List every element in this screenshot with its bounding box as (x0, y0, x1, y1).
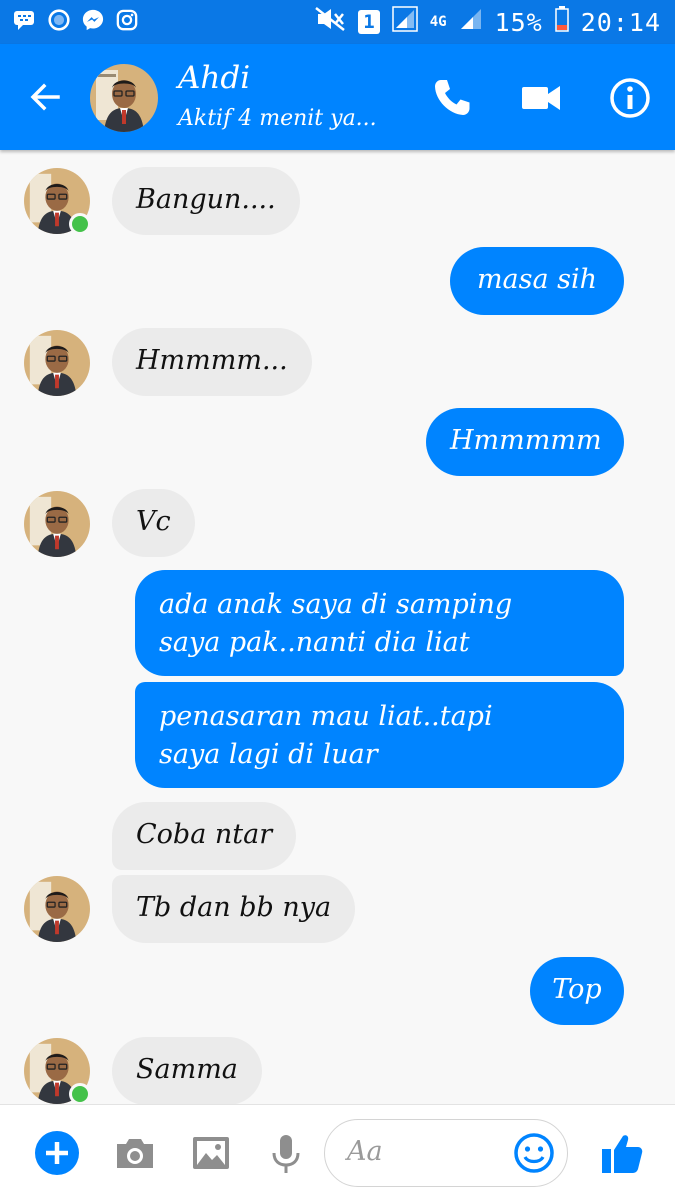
circle-icon (48, 9, 70, 31)
back-arrow-icon[interactable] (22, 74, 68, 120)
info-icon[interactable] (606, 74, 654, 122)
camera-icon[interactable] (111, 1129, 159, 1177)
signal-icon (391, 6, 418, 38)
microphone-icon[interactable] (262, 1129, 310, 1177)
battery-percent: 15% (494, 7, 543, 37)
message-composer: Aa (0, 1104, 675, 1201)
message-input[interactable]: Aa (324, 1119, 568, 1187)
contact-name[interactable]: Ahdi (178, 60, 250, 96)
status-bar: 1 4G 15% 20:14 (0, 0, 675, 44)
signal-strength-icon (459, 7, 483, 37)
message-line: penasaran mau liat..tapi (159, 701, 493, 732)
message-bubble-outgoing[interactable]: masa sih (450, 247, 624, 315)
messenger-icon (82, 9, 104, 31)
bbm-icon (14, 9, 36, 31)
message-bubble-incoming[interactable]: Bangun.... (112, 167, 300, 235)
plus-icon[interactable] (33, 1129, 81, 1177)
message-bubble-incoming[interactable]: Samma (112, 1037, 262, 1105)
system-indicators: 1 4G 15% 20:14 (314, 6, 661, 38)
network-label: 4G (429, 14, 447, 30)
message-line: saya lagi di luar (159, 739, 378, 770)
contact-avatar[interactable] (24, 330, 90, 396)
message-bubble-outgoing[interactable]: ada anak saya di samping saya pak..nanti… (135, 570, 624, 676)
message-bubble-incoming[interactable]: Tb dan bb nya (112, 875, 356, 943)
message-line: saya pak..nanti dia liat (159, 627, 470, 658)
contact-avatar[interactable] (24, 491, 90, 557)
message-bubble-outgoing[interactable]: Hmmmmm (426, 408, 624, 476)
sim-badge: 1 (358, 10, 380, 34)
contact-avatar[interactable] (90, 64, 158, 132)
phone-icon[interactable] (428, 74, 476, 122)
video-icon[interactable] (518, 74, 566, 122)
online-indicator (69, 213, 91, 235)
emoji-icon[interactable] (513, 1132, 555, 1174)
contact-avatar[interactable] (24, 876, 90, 942)
message-bubble-incoming[interactable]: Coba ntar (112, 802, 297, 870)
battery-icon (554, 6, 569, 38)
notification-icons (14, 9, 138, 31)
online-indicator (69, 1083, 91, 1105)
message-input-placeholder: Aa (347, 1136, 383, 1167)
message-bubble-outgoing[interactable]: penasaran mau liat..tapi saya lagi di lu… (135, 682, 624, 788)
thumbs-up-icon[interactable] (598, 1129, 646, 1177)
mute-icon (314, 6, 346, 38)
message-line: ada anak saya di samping (159, 589, 513, 620)
gallery-icon[interactable] (187, 1129, 235, 1177)
message-bubble-incoming[interactable]: Vc (112, 489, 195, 557)
message-bubble-outgoing[interactable]: Top (530, 957, 624, 1025)
instagram-icon (116, 9, 138, 31)
chat-header: Ahdi Aktif 4 menit ya... (0, 44, 675, 150)
presence-status: Aktif 4 menit ya... (178, 106, 377, 131)
clock: 20:14 (580, 7, 661, 37)
message-bubble-incoming[interactable]: Hmmmm... (112, 328, 312, 396)
